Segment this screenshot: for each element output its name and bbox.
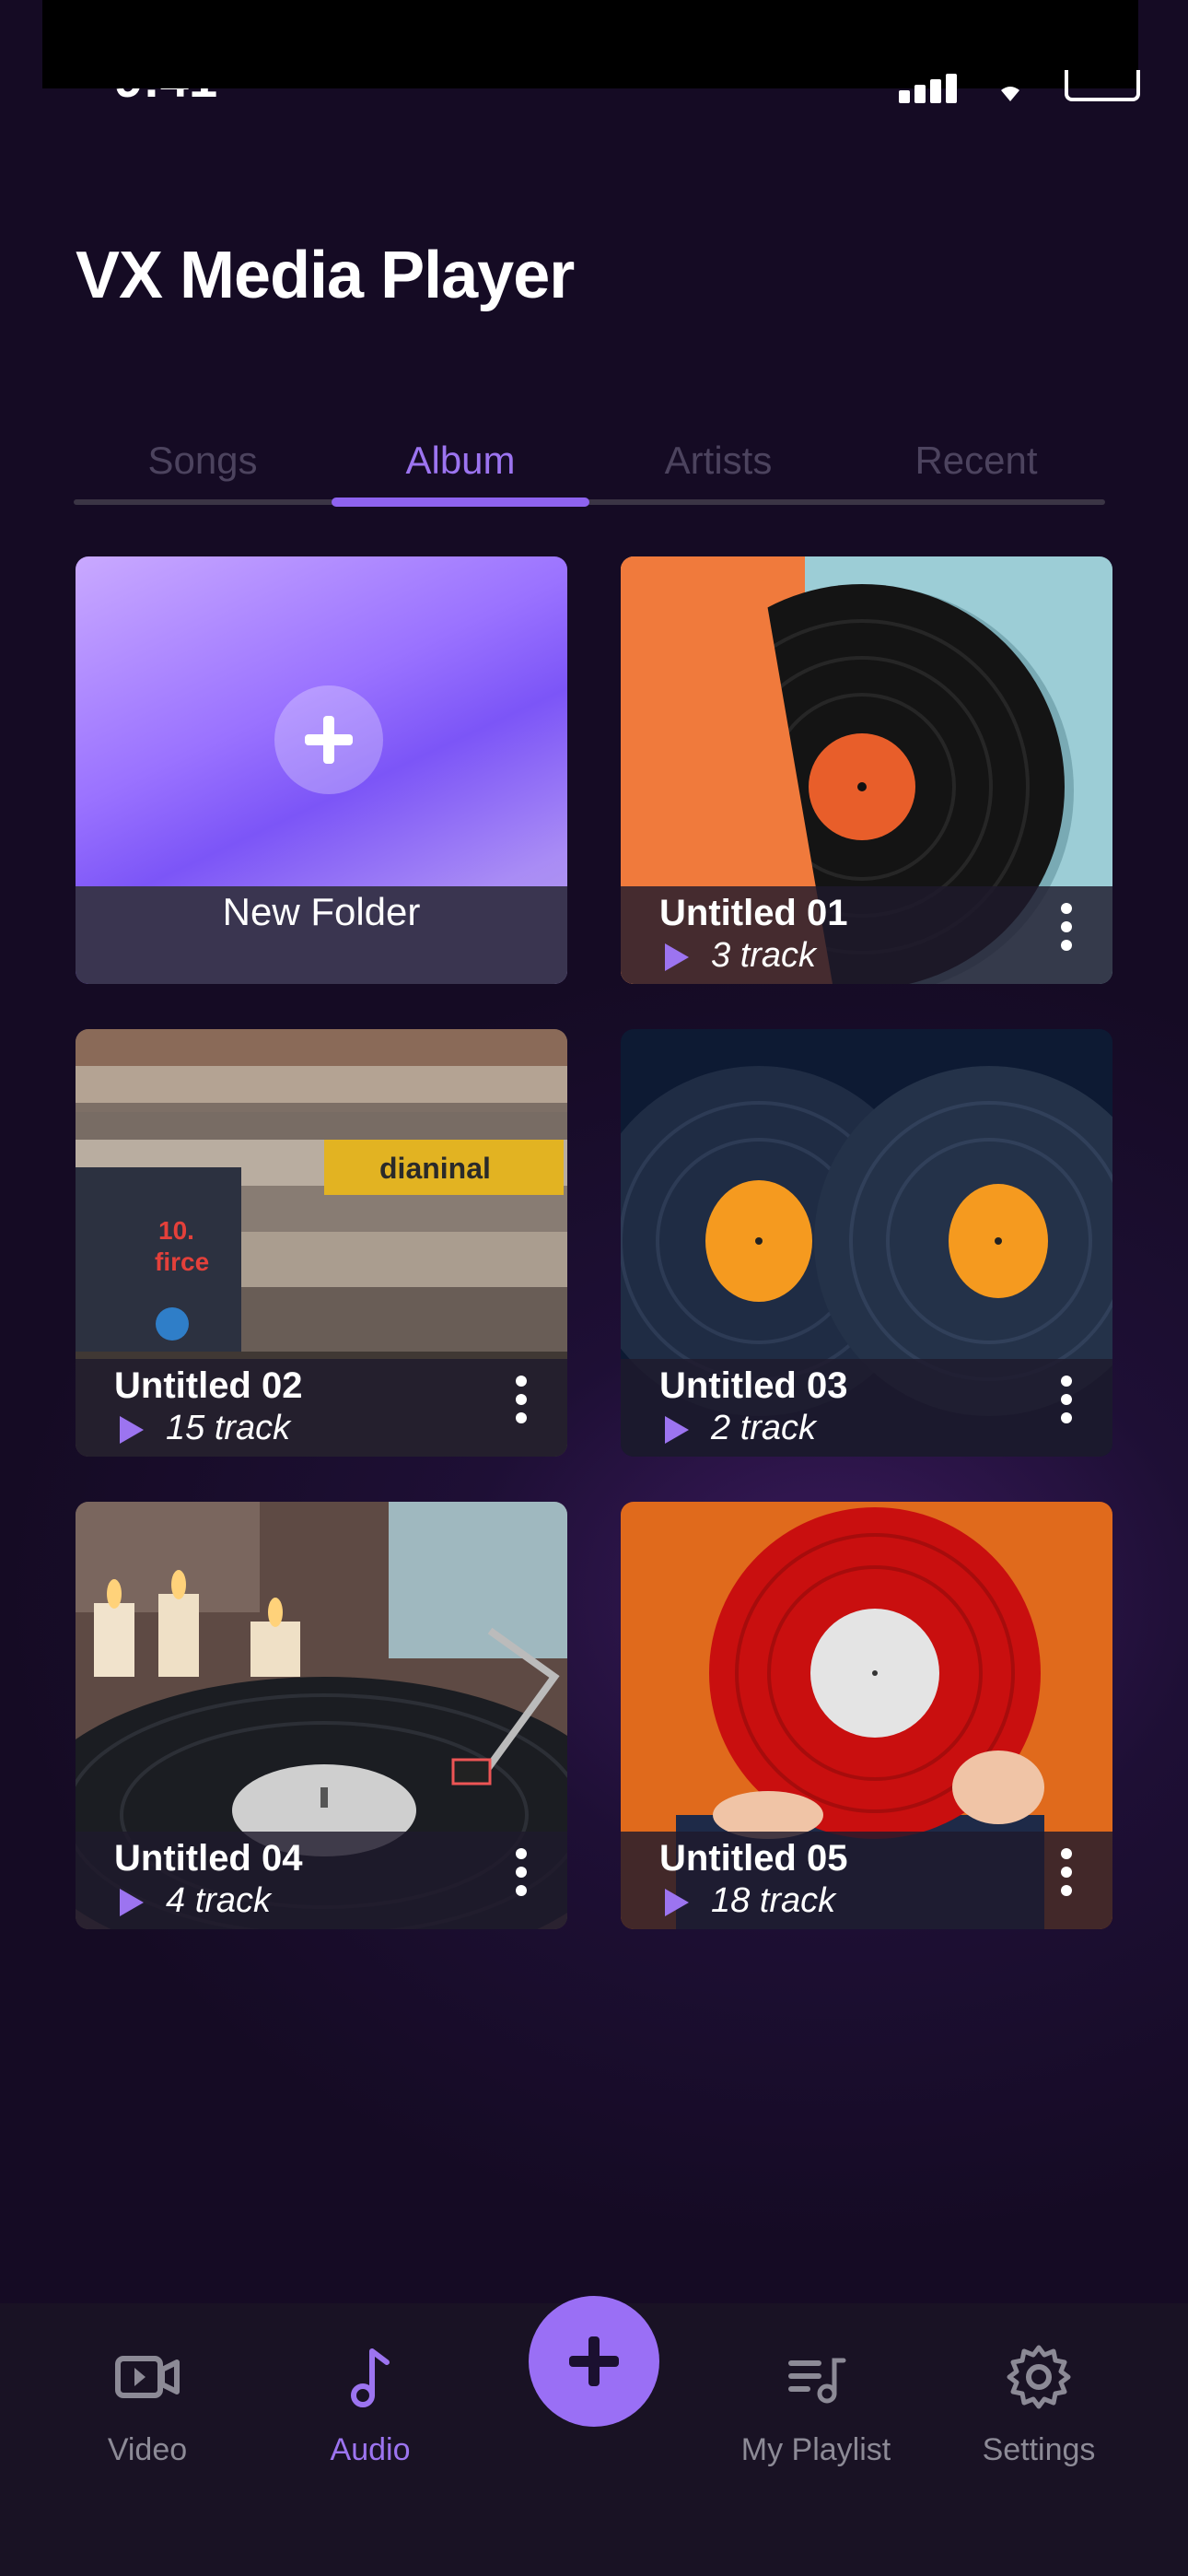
new-folder-label: New Folder	[222, 890, 421, 933]
playlist-icon	[788, 2358, 846, 2404]
wifi-icon	[1001, 87, 1019, 101]
more-options-icon[interactable]	[1057, 1376, 1076, 1427]
play-icon[interactable]	[120, 1416, 144, 1444]
tab-recent[interactable]: Recent	[847, 424, 1105, 498]
battery-icon	[1065, 70, 1140, 101]
new-folder-card[interactable]: New Folder	[76, 556, 567, 984]
more-options-icon[interactable]	[512, 1848, 530, 1900]
nav-playlist[interactable]: My Playlist	[724, 2340, 908, 2506]
nav-audio[interactable]: Audio	[278, 2340, 462, 2506]
tab-album[interactable]: Album	[332, 424, 589, 498]
nav-video-label: Video	[107, 2432, 188, 2467]
tab-active-indicator	[332, 498, 589, 507]
video-icon	[115, 2356, 180, 2398]
album-card[interactable]: Untitled 03 2 track	[621, 1029, 1112, 1457]
more-options-icon[interactable]	[1057, 903, 1076, 954]
tab-track	[74, 499, 1105, 505]
play-icon[interactable]	[665, 1416, 689, 1444]
gear-icon	[1007, 2345, 1071, 2409]
album-title: Untitled 01	[659, 893, 848, 933]
play-icon[interactable]	[120, 1889, 144, 1916]
album-track-count: 18 track	[711, 1881, 836, 1920]
nav-audio-label: Audio	[330, 2432, 411, 2467]
album-card[interactable]: dianinal 10. firce Untitled 02 15 track	[76, 1029, 567, 1457]
signal-icon	[899, 72, 958, 103]
album-title: Untitled 04	[114, 1838, 303, 1879]
tab-bar: Songs Album Artists Recent	[74, 424, 1105, 512]
status-bar: 9:41	[0, 0, 1188, 103]
status-bar-overlay	[42, 0, 1138, 88]
album-title: Untitled 02	[114, 1365, 303, 1406]
album-track-count: 4 track	[166, 1881, 272, 1920]
play-icon[interactable]	[665, 943, 689, 971]
nav-settings-label: Settings	[982, 2432, 1096, 2467]
svg-text:10.: 10.	[158, 1216, 194, 1245]
tab-artists[interactable]: Artists	[589, 424, 847, 498]
album-card[interactable]: Untitled 01 3 track	[621, 556, 1112, 984]
nav-video[interactable]: Video	[55, 2340, 239, 2506]
more-options-icon[interactable]	[512, 1376, 530, 1427]
music-note-icon	[351, 2348, 390, 2407]
add-button[interactable]	[529, 2296, 659, 2427]
tab-songs[interactable]: Songs	[74, 424, 332, 498]
play-icon[interactable]	[665, 1889, 689, 1916]
nav-settings[interactable]: Settings	[947, 2340, 1131, 2506]
more-options-icon[interactable]	[1057, 1848, 1076, 1900]
album-card[interactable]: Untitled 04 4 track	[76, 1502, 567, 1929]
svg-text:dianinal: dianinal	[379, 1152, 491, 1185]
album-track-count: 3 track	[711, 936, 817, 975]
album-title: Untitled 05	[659, 1838, 848, 1879]
album-track-count: 2 track	[711, 1409, 817, 1447]
add-folder-icon[interactable]	[274, 685, 383, 794]
album-card[interactable]: Untitled 05 18 track	[621, 1502, 1112, 1929]
album-track-count: 15 track	[166, 1409, 291, 1447]
app-title: VX Media Player	[76, 239, 575, 312]
album-title: Untitled 03	[659, 1365, 848, 1406]
svg-text:firce: firce	[155, 1247, 209, 1276]
nav-playlist-label: My Playlist	[740, 2432, 891, 2467]
